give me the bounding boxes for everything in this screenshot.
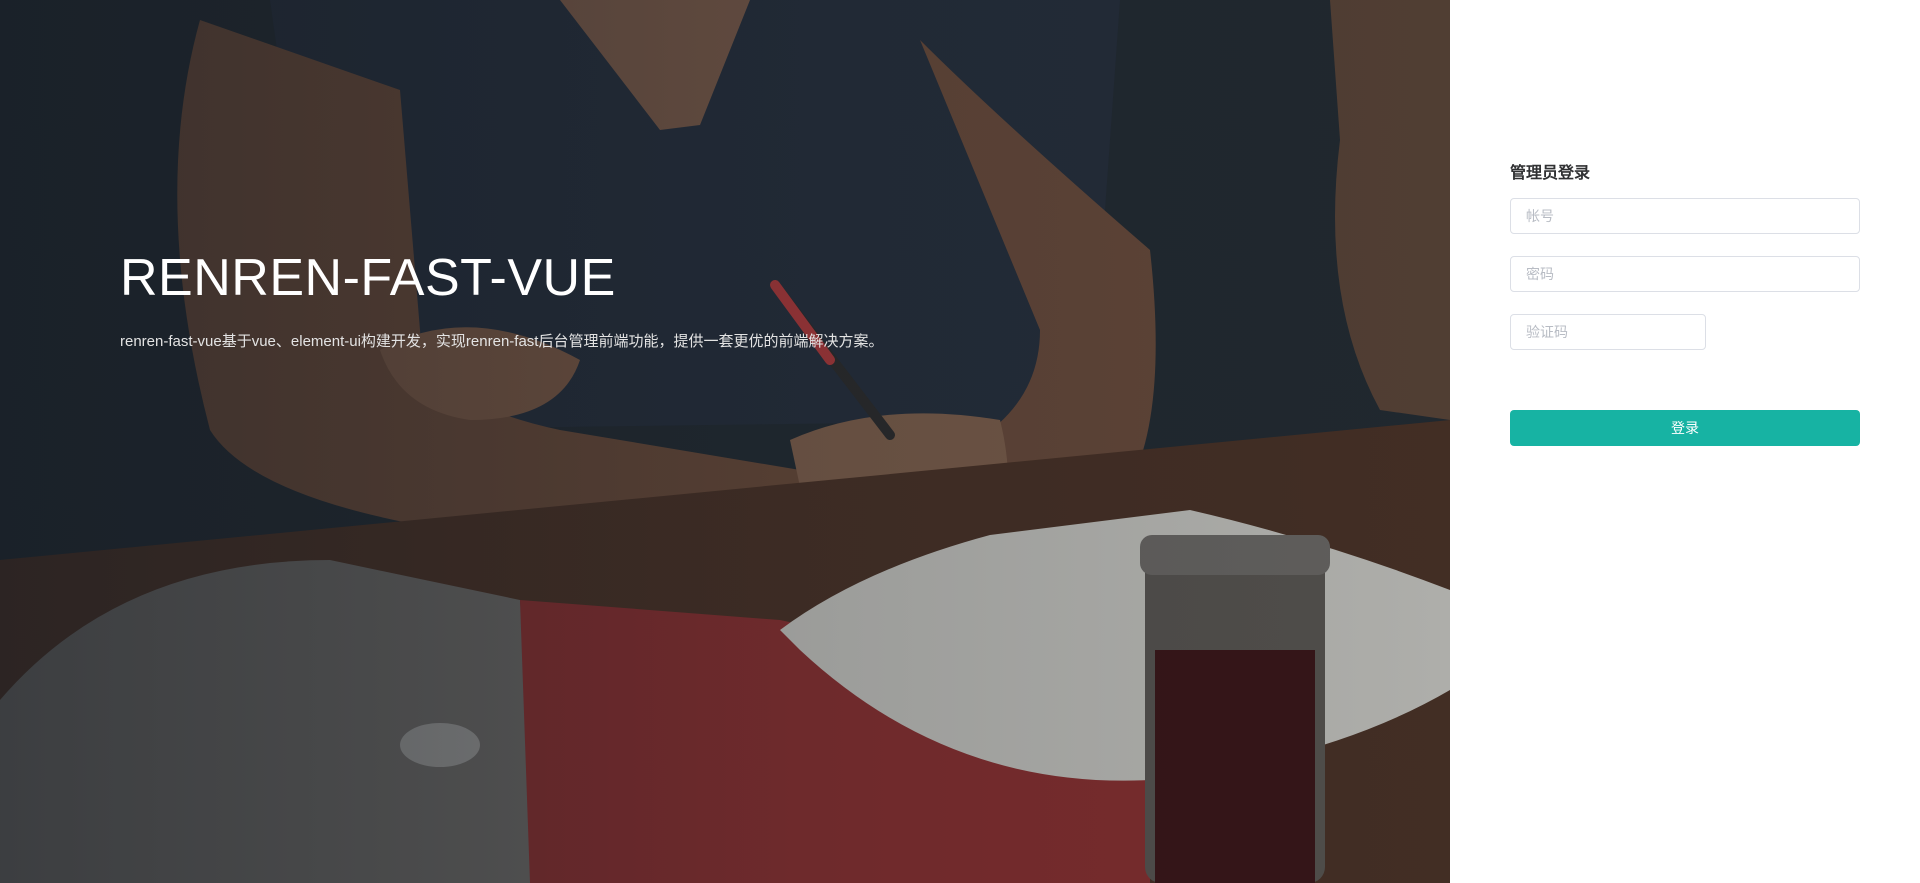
login-page: RENREN-FAST-VUE renren-fast-vue基于vue、ele… — [0, 0, 1920, 883]
captcha-input[interactable] — [1510, 314, 1706, 350]
hero-title: RENREN-FAST-VUE — [120, 249, 616, 307]
username-input[interactable] — [1510, 198, 1860, 234]
login-heading: 管理员登录 — [1510, 165, 1591, 182]
hero-content: RENREN-FAST-VUE renren-fast-vue基于vue、ele… — [120, 250, 883, 352]
login-button[interactable]: 登录 — [1510, 410, 1860, 446]
password-input[interactable] — [1510, 256, 1860, 292]
login-form: 管理员登录 登录 — [1510, 162, 1860, 446]
hero-overlay — [0, 0, 1450, 883]
hero-section: RENREN-FAST-VUE renren-fast-vue基于vue、ele… — [0, 0, 1450, 883]
hero-description: renren-fast-vue基于vue、element-ui构建开发，实现re… — [120, 333, 884, 350]
login-panel: 管理员登录 登录 — [1450, 0, 1920, 883]
